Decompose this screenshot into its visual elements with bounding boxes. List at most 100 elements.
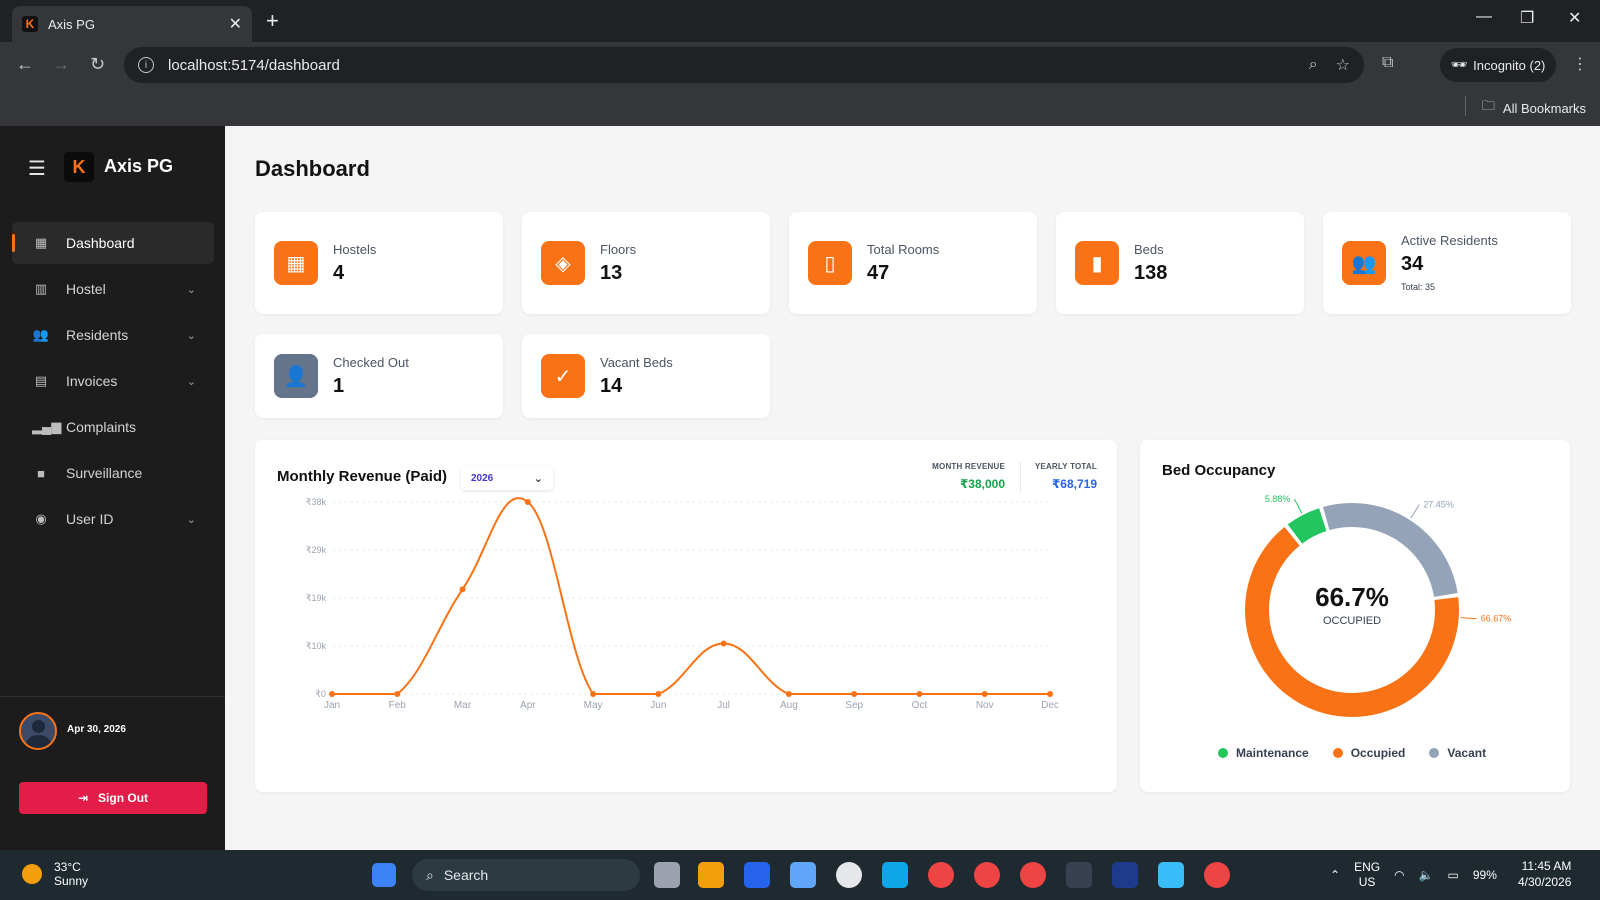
main-content: Dashboard ▦ Hostels 4 ◈ Floors 13 ▯ Tota… <box>225 126 1600 850</box>
bookmarks-separator <box>1465 96 1466 116</box>
stat-card-checked-out[interactable]: 👤 Checked Out 1 <box>255 334 503 418</box>
sidebar-item-dashboard[interactable]: ▦ Dashboard <box>12 222 214 264</box>
chevron-up-icon[interactable]: ⌃ <box>1330 868 1340 882</box>
chrome-icon[interactable] <box>974 862 1000 888</box>
minimize-icon[interactable]: — <box>1476 8 1492 26</box>
close-tab-icon[interactable]: ✕ <box>229 14 242 34</box>
forward-icon[interactable]: → <box>52 54 70 75</box>
legend-item-occupied: Occupied <box>1332 746 1405 760</box>
x-tick-label: May <box>584 700 603 711</box>
restore-icon[interactable]: ❐ <box>1520 8 1534 28</box>
taskbar-search[interactable]: ⌕ Search <box>412 859 640 891</box>
wifi-icon[interactable]: ◠ <box>1394 868 1404 882</box>
incognito-icon: 🕶 <box>1450 57 1468 72</box>
bookmark-star-icon[interactable]: ☆ <box>1336 55 1350 75</box>
sidebar-item-hostel[interactable]: ▥ Hostel ⌄ <box>12 268 214 310</box>
donut-value-label: 5.88% <box>1265 494 1291 504</box>
sidebar-item-complaints[interactable]: ▂▄▆ Complaints <box>12 406 214 448</box>
language-indicator[interactable]: ENG US <box>1354 860 1380 890</box>
hamburger-menu-icon[interactable]: ☰ <box>28 156 46 181</box>
sidebar-item-residents[interactable]: 👥 Residents ⌄ <box>12 314 214 356</box>
site-info-icon[interactable]: i <box>138 57 154 73</box>
browser-tab[interactable]: K Axis PG ✕ <box>12 6 252 42</box>
app-icon[interactable] <box>744 862 770 888</box>
task-view-icon[interactable] <box>654 862 680 888</box>
chrome-icon[interactable] <box>1020 862 1046 888</box>
stat-card-total-rooms[interactable]: ▯ Total Rooms 47 <box>789 212 1037 314</box>
app-icon[interactable] <box>1112 862 1138 888</box>
url-text[interactable]: localhost:5174/dashboard <box>168 57 1291 74</box>
weather-widget[interactable]: 33°C Sunny <box>22 860 88 888</box>
back-icon[interactable]: ← <box>16 54 34 75</box>
battery-icon[interactable]: ▭ <box>1448 868 1459 882</box>
mongodb-compass-icon[interactable] <box>836 862 862 888</box>
stat-card-floors[interactable]: ◈ Floors 13 <box>522 212 770 314</box>
legend-dot <box>1332 748 1343 758</box>
chrome-icon[interactable] <box>928 862 954 888</box>
chrome-icon[interactable] <box>1204 862 1230 888</box>
y-tick-label: ₹19k <box>306 593 327 603</box>
vscode-icon[interactable] <box>882 862 908 888</box>
all-bookmarks-label: All Bookmarks <box>1502 100 1586 116</box>
windows-start-icon[interactable] <box>372 863 396 887</box>
donut-label-leader <box>1294 498 1303 514</box>
revenue-data-point <box>394 691 401 697</box>
browser-menu-icon[interactable]: ⋮ <box>1572 54 1588 74</box>
sign-out-icon: ⇥ <box>77 791 89 805</box>
axis-favicon-icon: K <box>22 16 38 32</box>
occupancy-center-label: OCCUPIED <box>1323 615 1381 627</box>
revenue-line-chart: ₹0 ₹10k ₹19k ₹29k ₹38k Jan Feb Mar Apr May Jun Jul A… <box>306 497 1059 711</box>
avatar[interactable] <box>19 712 57 750</box>
all-bookmarks-button[interactable]: 🗀 All Bookmarks <box>1482 97 1586 119</box>
stat-card-vacant-beds[interactable]: ✓ Vacant Beds 14 <box>522 334 770 418</box>
chevron-down-icon: ⌄ <box>186 283 196 296</box>
x-tick-label: Aug <box>780 700 798 711</box>
revenue-data-point <box>785 691 792 697</box>
receipt-icon: ▤ <box>34 373 48 388</box>
clock-date: 4/30/2026 <box>1518 875 1572 889</box>
tab-title: Axis PG <box>48 16 95 32</box>
building-icon: ▦ <box>274 241 318 285</box>
sidebar-item-user-id[interactable]: ◉ User ID ⌄ <box>12 498 214 540</box>
sidebar-nav: ▦ Dashboard ▥ Hostel ⌄ 👥 Residents ⌄ ▤ I… <box>12 222 214 544</box>
stat-label: Hostels <box>333 242 377 257</box>
user-circle-icon: ◉ <box>35 511 47 526</box>
close-window-icon[interactable]: ✕ <box>1568 8 1581 28</box>
revenue-data-point <box>851 691 858 697</box>
sidebar-item-surveillance[interactable]: ■ Surveillance <box>12 452 214 494</box>
sidebar-item-label: User ID <box>66 511 114 527</box>
incognito-button[interactable]: 🕶 Incognito (2) <box>1440 48 1556 82</box>
legend-label: Vacant <box>1447 746 1487 760</box>
stat-label: Beds <box>1134 242 1164 257</box>
language-label: ENG <box>1354 860 1381 874</box>
x-tick-label: Sep <box>845 700 863 711</box>
donut-value-label: 66.67% <box>1481 614 1512 624</box>
stat-card-hostels[interactable]: ▦ Hostels 4 <box>255 212 503 314</box>
stat-value: 138 <box>1134 262 1168 284</box>
stat-card-active-residents[interactable]: 👥 Active Residents 34 Total: 35 <box>1323 212 1571 314</box>
x-tick-label: Apr <box>520 700 536 711</box>
clock-time: 11:45 AM <box>1521 859 1572 873</box>
file-explorer-icon[interactable] <box>698 862 724 888</box>
address-bar[interactable]: i localhost:5174/dashboard ⌕ ☆ <box>124 47 1364 83</box>
revenue-data-point <box>524 499 531 505</box>
donut-label-leader <box>1460 617 1477 620</box>
sidebar-item-invoices[interactable]: ▤ Invoices ⌄ <box>12 360 214 402</box>
zoom-icon[interactable]: ⌕ <box>1309 56 1318 74</box>
stat-label: Active Residents <box>1401 233 1498 248</box>
tab-search-icon[interactable]: ⧉ <box>1382 54 1393 72</box>
sign-out-button[interactable]: ⇥ Sign Out <box>19 782 207 814</box>
reload-icon[interactable]: ↻ <box>90 54 105 75</box>
speaker-icon[interactable]: 🔈 <box>1419 868 1434 882</box>
legend-dot <box>1429 748 1440 758</box>
photos-icon[interactable] <box>1158 862 1184 888</box>
sidebar-item-label: Complaints <box>66 419 137 435</box>
weather-temperature: 33°C <box>54 860 81 874</box>
revenue-series-line <box>332 497 1050 695</box>
notepad-icon[interactable] <box>790 862 816 888</box>
stat-card-beds[interactable]: ▮ Beds 138 <box>1056 212 1304 314</box>
clock[interactable]: 11:45 AM 4/30/2026 <box>1518 858 1571 890</box>
new-tab-icon[interactable]: + <box>266 8 279 34</box>
terminal-icon[interactable] <box>1066 862 1092 888</box>
layers-icon: ◈ <box>541 241 585 285</box>
